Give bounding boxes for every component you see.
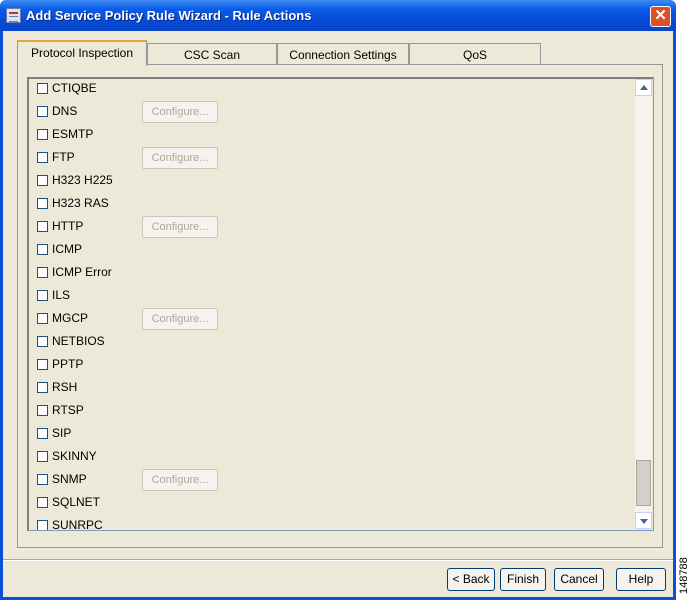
protocol-row: MGCP Configure... [29, 308, 229, 330]
protocol-checkbox[interactable] [37, 175, 48, 186]
configure-button[interactable]: Configure... [142, 308, 218, 330]
protocol-list[interactable]: CTIQBE DNS Configure... ESMTP FTP Configure..… [27, 77, 654, 531]
protocol-label: DNS [52, 104, 78, 118]
protocol-row: DNS Configure... [29, 101, 229, 123]
configure-button[interactable]: Configure... [142, 101, 218, 123]
protocol-row: SQLNET [29, 492, 229, 514]
protocol-checkbox[interactable] [37, 405, 48, 416]
protocol-label: HTTP [52, 219, 84, 233]
tab-connection-settings[interactable]: Connection Settings [277, 43, 409, 65]
protocol-checkbox[interactable] [37, 313, 48, 324]
protocol-row: ILS [29, 285, 229, 307]
protocol-checkbox[interactable] [37, 244, 48, 255]
protocol-checkbox[interactable] [37, 152, 48, 163]
protocol-row: SUNRPC [29, 515, 229, 531]
protocol-label: SUNRPC [52, 518, 103, 531]
figure-code: 148788 [678, 557, 690, 594]
tab-label: Connection Settings [289, 48, 397, 62]
close-button[interactable]: ✕ [650, 6, 671, 27]
protocol-checkbox[interactable] [37, 428, 48, 439]
protocol-row: PPTP [29, 354, 229, 376]
protocol-label: PPTP [52, 357, 84, 371]
protocol-row: ICMP Error [29, 262, 229, 284]
protocol-inspection-panel: CTIQBE DNS Configure... ESMTP FTP Configure..… [17, 64, 663, 548]
help-button[interactable]: Help [616, 568, 666, 591]
finish-button[interactable]: Finish [500, 568, 546, 591]
protocol-label: CTIQBE [52, 81, 97, 95]
protocol-label: ESMTP [52, 127, 94, 141]
configure-button[interactable]: Configure... [142, 147, 218, 169]
close-icon: ✕ [654, 7, 667, 24]
configure-button[interactable]: Configure... [142, 216, 218, 238]
tab-label: CSC Scan [183, 48, 241, 62]
configure-button[interactable]: Configure... [142, 469, 218, 491]
protocol-label: ICMP [52, 242, 82, 256]
protocol-row: ICMP [29, 239, 229, 261]
protocol-row: RSH [29, 377, 229, 399]
protocol-checkbox[interactable] [37, 359, 48, 370]
vertical-scrollbar[interactable] [635, 79, 652, 529]
tab-qos[interactable]: QoS [409, 43, 541, 65]
protocol-checkbox[interactable] [37, 474, 48, 485]
arrow-down-icon [640, 519, 648, 524]
footer-divider [3, 559, 673, 561]
protocol-label: SKINNY [52, 449, 97, 463]
protocol-label: ICMP Error [52, 265, 112, 279]
window-title: Add Service Policy Rule Wizard - Rule Ac… [26, 8, 312, 23]
protocol-label: RTSP [52, 403, 84, 417]
tab-csc-scan[interactable]: CSC Scan [147, 43, 277, 65]
protocol-label: H323 H225 [52, 173, 113, 187]
scroll-thumb[interactable] [636, 460, 651, 506]
dialog-window: Add Service Policy Rule Wizard - Rule Ac… [0, 0, 676, 600]
tab-label: QoS [462, 48, 487, 62]
protocol-row: SKINNY [29, 446, 229, 468]
protocol-row: NETBIOS [29, 331, 229, 353]
protocol-row: FTP Configure... [29, 147, 229, 169]
protocol-row: CTIQBE [29, 79, 229, 100]
protocol-label: NETBIOS [52, 334, 105, 348]
protocol-checkbox[interactable] [37, 336, 48, 347]
back-button[interactable]: < Back [447, 568, 495, 591]
protocol-checkbox[interactable] [37, 129, 48, 140]
protocol-checkbox[interactable] [37, 520, 48, 530]
protocol-row: SNMP Configure... [29, 469, 229, 491]
protocol-checkbox[interactable] [37, 198, 48, 209]
protocol-label: FTP [52, 150, 75, 164]
protocol-checkbox[interactable] [37, 382, 48, 393]
protocol-checkbox[interactable] [37, 83, 48, 94]
title-bar[interactable]: Add Service Policy Rule Wizard - Rule Ac… [0, 0, 676, 31]
protocol-checkbox[interactable] [37, 451, 48, 462]
protocol-row: H323 RAS [29, 193, 229, 215]
protocol-row: RTSP [29, 400, 229, 422]
protocol-label: RSH [52, 380, 78, 394]
protocol-label: ILS [52, 288, 71, 302]
dialog-client-area: Protocol Inspection CSC Scan Connection … [3, 31, 673, 597]
protocol-row: SIP [29, 423, 229, 445]
protocol-checkbox[interactable] [37, 267, 48, 278]
arrow-up-icon [640, 85, 648, 90]
protocol-row: ESMTP [29, 124, 229, 146]
protocol-row: HTTP Configure... [29, 216, 229, 238]
protocol-label: SIP [52, 426, 72, 440]
protocol-row: H323 H225 [29, 170, 229, 192]
scroll-up-button[interactable] [635, 79, 652, 96]
scroll-down-button[interactable] [635, 512, 652, 529]
protocol-label: SNMP [52, 472, 87, 486]
protocol-checkbox[interactable] [37, 290, 48, 301]
app-icon [6, 8, 21, 23]
protocol-label: H323 RAS [52, 196, 109, 210]
protocol-label: SQLNET [52, 495, 101, 509]
cancel-button[interactable]: Cancel [554, 568, 604, 591]
tab-label: Protocol Inspection [30, 46, 134, 60]
protocol-label: MGCP [52, 311, 88, 325]
protocol-checkbox[interactable] [37, 497, 48, 508]
protocol-checkbox[interactable] [37, 221, 48, 232]
protocol-checkbox[interactable] [37, 106, 48, 117]
tab-protocol-inspection[interactable]: Protocol Inspection [17, 40, 147, 66]
